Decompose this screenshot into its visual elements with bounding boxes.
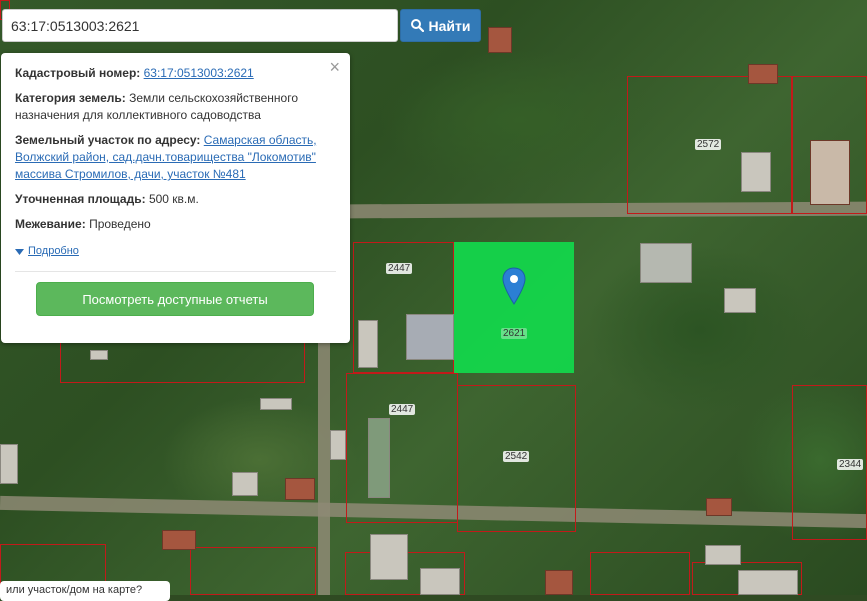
building: [90, 350, 108, 360]
building: [705, 545, 741, 565]
building: [545, 570, 573, 595]
parcel-label: 2572: [695, 139, 722, 150]
parcel-info-popup: × Кадастровый номер: 63:17:0513003:2621 …: [1, 53, 350, 343]
building: [810, 140, 850, 205]
cadastral-label: Кадастровый номер:: [15, 66, 141, 80]
building: [260, 398, 292, 410]
divider: [15, 271, 336, 272]
building: [330, 430, 346, 460]
area-row: Уточненная площадь: 500 кв.м.: [15, 191, 336, 208]
view-reports-button[interactable]: Посмотреть доступные отчеты: [36, 282, 314, 316]
building: [370, 534, 408, 580]
selected-parcel[interactable]: [454, 242, 574, 373]
building: [741, 152, 771, 192]
area-label: Уточненная площадь:: [15, 192, 146, 206]
survey-label: Межевание:: [15, 217, 86, 231]
category-label: Категория земель:: [15, 91, 126, 105]
category-row: Категория земель: Земли сельскохозяйстве…: [15, 90, 315, 124]
parcel[interactable]: [190, 547, 316, 595]
parcel-label: 2344: [837, 459, 864, 470]
parcel-label: 2447: [386, 263, 413, 274]
address-row: Земельный участок по адресу: Самарская о…: [15, 132, 336, 183]
search-icon: [410, 19, 424, 32]
building: [420, 568, 460, 595]
building: [162, 530, 196, 550]
building: [368, 418, 390, 498]
search-button-label: Найти: [428, 17, 471, 34]
parcel[interactable]: [60, 340, 305, 383]
close-icon[interactable]: ×: [329, 58, 340, 76]
parcel-2447-lower[interactable]: [346, 373, 458, 523]
parcel-label: 2542: [503, 451, 530, 462]
survey-value: Проведено: [89, 217, 151, 231]
area-value: 500 кв.м.: [148, 192, 199, 206]
parcel[interactable]: [590, 552, 690, 595]
more-details-label: Подробно: [28, 245, 79, 257]
building: [738, 570, 798, 595]
building: [285, 478, 315, 500]
building: [358, 320, 378, 368]
parcel-label: 2621: [501, 328, 528, 339]
building: [232, 472, 258, 496]
building: [488, 27, 512, 53]
building: [706, 498, 732, 516]
building: [640, 243, 692, 283]
search-input[interactable]: 63:17:0513003:2621: [2, 9, 398, 42]
map-marker-icon[interactable]: [502, 267, 526, 305]
caret-down-icon: [15, 248, 24, 255]
building: [748, 64, 778, 84]
building: [724, 288, 756, 313]
cadastral-link[interactable]: 63:17:0513003:2621: [144, 66, 254, 80]
parcel-label: 2447: [389, 404, 416, 415]
address-label: Земельный участок по адресу:: [15, 133, 201, 147]
survey-row: Межевание: Проведено: [15, 216, 336, 233]
more-details-link[interactable]: Подробно: [15, 243, 336, 260]
hint-tooltip: или участок/дом на карте?: [0, 581, 170, 601]
building: [0, 444, 18, 484]
building: [406, 314, 454, 360]
cadastral-row: Кадастровый номер: 63:17:0513003:2621: [15, 65, 336, 82]
search-button[interactable]: Найти: [400, 9, 481, 42]
